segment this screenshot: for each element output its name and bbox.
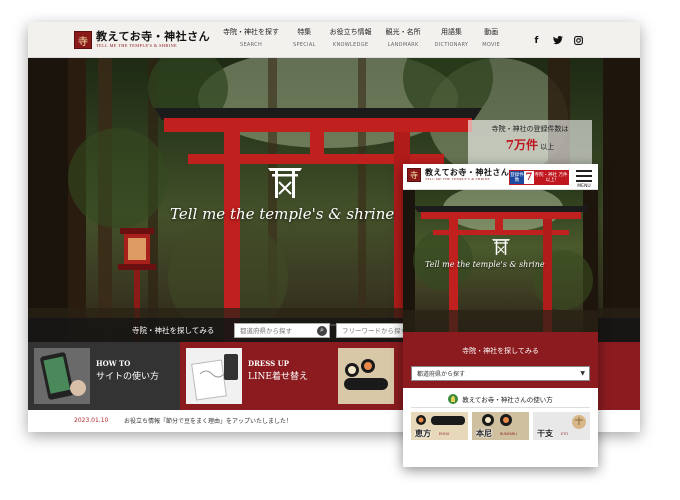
nav-dictionary[interactable]: 用語集 DICTIONARY: [428, 28, 476, 48]
nav-label: 観光・名所: [385, 28, 421, 36]
how-to-use-link[interactable]: 教えてお寺・神社さんの使い方: [411, 390, 590, 408]
logo-subtitle: TELL ME THE TEMPLE'S & SHRINE: [425, 177, 490, 182]
site-logo[interactable]: 寺 教えてお寺・神社さん TELL ME THE TEMPLE'S & SHRI…: [74, 28, 210, 52]
nav-sublabel: MOVIE: [482, 42, 500, 48]
smartphone-photo-thumbnail: [34, 348, 90, 404]
main-nav: 寺院・神社を探す SEARCH 特集 SPECIAL お役立ち情報 KNOWLE…: [216, 28, 507, 48]
placeholder-text: 都道府県から探す: [240, 327, 292, 335]
nav-label: 寺院・神社を探す: [223, 28, 279, 36]
logo-title: 教えてお寺・神社さん: [425, 167, 510, 178]
globe-icon: [448, 393, 459, 404]
card-how-to[interactable]: HOW TO サイトの使い方: [28, 342, 180, 410]
mobile-site-logo[interactable]: 寺 教えてお寺・神社さん TELL ME THE TEMPLE'S & SHRI…: [407, 168, 509, 182]
card-heading: サイトの使い方: [96, 372, 160, 382]
twitter-icon[interactable]: [552, 35, 563, 46]
card-dress-up[interactable]: DRESS UP LINE着せ替え: [180, 342, 332, 410]
tile-label: 干支: [537, 428, 553, 438]
nav-sublabel: LANDMARK: [387, 42, 419, 48]
prefecture-search-input[interactable]: 都道府県から探す ⌕: [234, 322, 330, 338]
torii-emblem-icon: [268, 168, 302, 198]
hamburger-icon: [576, 170, 592, 172]
search-label: 寺院・神社を探してみる: [132, 325, 215, 335]
social-links: f: [531, 35, 594, 46]
badge-number: 7: [525, 172, 533, 183]
placeholder-text: フリーワードから探す: [342, 327, 406, 335]
hamburger-icon: [576, 175, 592, 177]
nav-sublabel: KNOWLEDGE: [332, 42, 369, 48]
tile-label: 本尼: [476, 428, 492, 438]
nav-label: お役立ち情報: [329, 28, 372, 36]
line-theme-thumbnail: [186, 348, 242, 404]
count-number: 7万件: [505, 138, 539, 152]
badge-caption: 登録件数: [510, 171, 524, 184]
tile-ehou[interactable]: 恵方 EHOU: [411, 412, 468, 440]
mobile-search-panel: 寺院・神社を探してみる 都道府県から探す ▼: [403, 332, 598, 388]
card-heading: LINE着せ替え: [248, 372, 308, 382]
nav-special[interactable]: 特集 SPECIAL: [286, 28, 323, 48]
mobile-header: 寺 教えてお寺・神社さん TELL ME THE TEMPLE'S & SHRI…: [403, 164, 598, 190]
card-kicker: DRESS UP: [248, 359, 289, 368]
logo-subtitle: TELL ME THE TEMPLE'S & SHRINE: [96, 43, 178, 49]
registration-count-badge: 寺院・神社の登録件数は 7万件 以上: [468, 120, 592, 164]
hamburger-icon: [576, 180, 592, 182]
nav-sublabel: DICTIONARY: [434, 42, 469, 48]
menu-label: MENU: [577, 184, 591, 189]
facebook-icon[interactable]: f: [531, 35, 542, 46]
card-kicker: HOW TO: [96, 359, 131, 368]
free-word-search-input[interactable]: フリーワードから探す: [336, 322, 406, 338]
nav-search[interactable]: 寺院・神社を探す SEARCH: [216, 28, 286, 48]
nav-label: 用語集: [440, 28, 462, 36]
tile-sublabel: EHOU: [439, 432, 450, 436]
temple-seal-icon: 寺: [74, 31, 92, 49]
tile-bunyaru[interactable]: 本尼 BUNYARU: [472, 412, 529, 440]
news-date: 2023.01.10: [74, 417, 109, 424]
tile-label: 恵方: [415, 428, 431, 438]
tile-sublabel: ETO: [561, 432, 569, 436]
how-to-use-label: 教えてお寺・神社さんの使い方: [462, 395, 553, 404]
mobile-count-badge: 登録件数 7 寺院・神社 万件以上!: [509, 170, 569, 185]
select-value: 都道府県から探す: [417, 371, 466, 378]
mobile-search-label: 寺院・神社を探してみる: [462, 347, 539, 355]
count-suffix: 以上: [540, 143, 555, 151]
nav-knowledge[interactable]: お役立ち情報 KNOWLEDGE: [323, 28, 379, 48]
hamburger-menu-button[interactable]: MENU: [573, 167, 595, 189]
tile-sublabel: BUNYARU: [500, 432, 517, 436]
mobile-hero-tagline: Tell me the temple's & shrine: [425, 260, 545, 269]
search-icon[interactable]: ⌕: [317, 325, 327, 336]
mobile-mockup: 寺 教えてお寺・神社さん TELL ME THE TEMPLE'S & SHRI…: [403, 164, 598, 467]
tile-eto[interactable]: 干支 ETO: [533, 412, 590, 440]
instagram-icon[interactable]: [573, 35, 584, 46]
torii-emblem-icon: [492, 239, 510, 255]
nav-movie[interactable]: 動画 MOVIE: [475, 28, 507, 48]
mobile-feature-tiles: 恵方 EHOU 本尼 BUNYARU 干支 ETO: [409, 412, 592, 444]
logo-title: 教えてお寺・神社さん: [96, 30, 211, 44]
chevron-down-icon: ▼: [580, 370, 585, 377]
count-caption: 寺院・神社の登録件数は: [491, 125, 569, 133]
prefecture-select[interactable]: 都道府県から探す ▼: [411, 366, 590, 381]
badge-suffix: 寺院・神社 万件以上!: [534, 171, 568, 184]
news-headline: お役立ち情報「節分で豆をまく理由」をアップいたしました！: [124, 418, 293, 425]
site-header: 寺 教えてお寺・神社さん TELL ME THE TEMPLE'S & SHRI…: [28, 22, 640, 58]
nav-sublabel: SPECIAL: [293, 42, 316, 48]
nav-landmark[interactable]: 観光・名所 LANDMARK: [379, 28, 428, 48]
nav-sublabel: SEARCH: [239, 42, 263, 48]
temple-seal-icon: 寺: [407, 168, 421, 182]
nav-label: 動画: [484, 28, 499, 36]
ehomaki-sushi-thumbnail: [338, 348, 394, 404]
mobile-hero[interactable]: Tell me the temple's & shrine: [403, 190, 598, 332]
nav-label: 特集: [297, 28, 312, 36]
